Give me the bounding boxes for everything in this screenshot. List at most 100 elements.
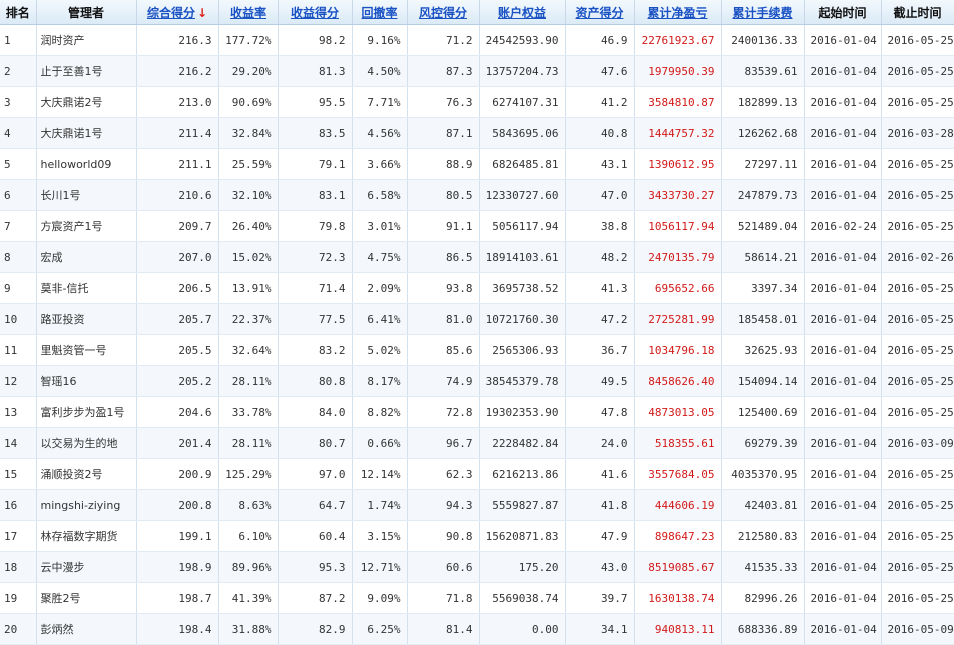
cell-asset-score: 38.8 [565, 210, 635, 242]
cell-equity: 2228482.84 [479, 427, 566, 459]
cell-start: 2016-01-04 [804, 520, 882, 552]
cell-equity: 175.20 [479, 551, 566, 583]
cell-rank: 11 [0, 334, 37, 366]
cell-cum-fee: 182899.13 [721, 86, 805, 118]
cell-manager: 智瑶16 [36, 365, 137, 397]
cell-cum-pnl: 1630138.74 [634, 582, 722, 614]
cell-manager: 里魁资管一号 [36, 334, 137, 366]
cell-manager: 云中漫步 [36, 551, 137, 583]
cell-cum-pnl: 1056117.94 [634, 210, 722, 242]
cell-cum-pnl: 940813.11 [634, 613, 722, 645]
cell-return-rate: 6.10% [218, 520, 279, 552]
cell-cum-pnl: 1979950.39 [634, 55, 722, 87]
cell-risk-score: 87.3 [407, 55, 480, 87]
cell-asset-score: 47.8 [565, 396, 635, 428]
cell-return-rate: 31.88% [218, 613, 279, 645]
cell-risk-score: 74.9 [407, 365, 480, 397]
cell-cum-fee: 58614.21 [721, 241, 805, 273]
cell-start: 2016-01-04 [804, 148, 882, 180]
cell-return-score: 83.5 [278, 117, 353, 149]
cell-risk-score: 96.7 [407, 427, 480, 459]
header-drawdown[interactable]: 回撤率 [352, 0, 408, 25]
cell-cum-fee: 69279.39 [721, 427, 805, 459]
cell-drawdown: 4.75% [352, 241, 408, 273]
cell-cum-fee: 125400.69 [721, 396, 805, 428]
cell-start: 2016-01-04 [804, 551, 882, 583]
cell-cum-fee: 83539.61 [721, 55, 805, 87]
cell-cum-fee: 32625.93 [721, 334, 805, 366]
cell-end: 2016-05-25 [881, 210, 954, 242]
cell-return-rate: 177.72% [218, 24, 279, 56]
cell-risk-score: 80.5 [407, 179, 480, 211]
cell-return-rate: 33.78% [218, 396, 279, 428]
cell-equity: 15620871.83 [479, 520, 566, 552]
header-cum-fee[interactable]: 累计手续费 [721, 0, 805, 25]
cell-cum-pnl: 444606.19 [634, 489, 722, 521]
cell-manager: 止于至善1号 [36, 55, 137, 87]
cell-manager: 彭炳然 [36, 613, 137, 645]
cell-risk-score: 81.4 [407, 613, 480, 645]
cell-asset-score: 41.3 [565, 272, 635, 304]
cell-end: 2016-05-25 [881, 24, 954, 56]
cell-cum-fee: 154094.14 [721, 365, 805, 397]
cell-rank: 16 [0, 489, 37, 521]
cell-drawdown: 4.56% [352, 117, 408, 149]
cell-rank: 5 [0, 148, 37, 180]
table-row: 3 大庆鼎诺2号 213.0 90.69% 95.5 7.71% 76.3 6274107.3… [0, 86, 954, 118]
cell-asset-score: 43.1 [565, 148, 635, 180]
cell-end: 2016-05-25 [881, 272, 954, 304]
cell-cum-pnl: 1444757.32 [634, 117, 722, 149]
cell-cum-fee: 4035370.95 [721, 458, 805, 490]
cell-end: 2016-05-25 [881, 179, 954, 211]
cell-equity: 24542593.90 [479, 24, 566, 56]
cell-end: 2016-03-28 [881, 117, 954, 149]
cell-cum-fee: 3397.34 [721, 272, 805, 304]
cell-drawdown: 2.09% [352, 272, 408, 304]
cell-drawdown: 7.71% [352, 86, 408, 118]
cell-equity: 5569038.74 [479, 582, 566, 614]
header-asset-score[interactable]: 资产得分 [565, 0, 635, 25]
cell-manager: 路亚投资 [36, 303, 137, 335]
cell-asset-score: 39.7 [565, 582, 635, 614]
cell-manager: 润时资产 [36, 24, 137, 56]
cell-drawdown: 3.15% [352, 520, 408, 552]
cell-asset-score: 47.9 [565, 520, 635, 552]
cell-equity: 10721760.30 [479, 303, 566, 335]
cell-start: 2016-01-04 [804, 303, 882, 335]
cell-return-score: 84.0 [278, 396, 353, 428]
header-return-rate[interactable]: 收益率 [218, 0, 279, 25]
cell-return-rate: 90.69% [218, 86, 279, 118]
cell-start: 2016-01-04 [804, 427, 882, 459]
cell-cum-pnl: 1390612.95 [634, 148, 722, 180]
table-row: 9 莫非-信托 206.5 13.91% 71.4 2.09% 93.8 3695738.52… [0, 272, 954, 304]
cell-asset-score: 41.6 [565, 458, 635, 490]
cell-risk-score: 94.3 [407, 489, 480, 521]
cell-end: 2016-05-25 [881, 303, 954, 335]
cell-risk-score: 81.0 [407, 303, 480, 335]
cell-equity: 5056117.94 [479, 210, 566, 242]
cell-start: 2016-01-04 [804, 86, 882, 118]
cell-composite: 201.4 [136, 427, 219, 459]
cell-composite: 213.0 [136, 86, 219, 118]
cell-rank: 18 [0, 551, 37, 583]
cell-rank: 17 [0, 520, 37, 552]
cell-drawdown: 12.14% [352, 458, 408, 490]
header-risk-score[interactable]: 风控得分 [407, 0, 480, 25]
cell-start: 2016-01-04 [804, 55, 882, 87]
cell-asset-score: 48.2 [565, 241, 635, 273]
header-rank: 排名 [0, 0, 37, 25]
cell-drawdown: 6.25% [352, 613, 408, 645]
cell-risk-score: 71.2 [407, 24, 480, 56]
cell-rank: 15 [0, 458, 37, 490]
cell-return-rate: 32.10% [218, 179, 279, 211]
header-cum-pnl[interactable]: 累计净盈亏 [634, 0, 722, 25]
cell-equity: 13757204.73 [479, 55, 566, 87]
cell-rank: 10 [0, 303, 37, 335]
cell-return-score: 79.1 [278, 148, 353, 180]
header-composite-score[interactable]: 综合得分 ↓ [136, 0, 219, 25]
cell-manager: helloworld09 [36, 148, 137, 180]
table-row: 8 宏成 207.0 15.02% 72.3 4.75% 86.5 18914103.61 48… [0, 241, 954, 273]
cell-drawdown: 6.58% [352, 179, 408, 211]
header-return-score[interactable]: 收益得分 [278, 0, 353, 25]
header-equity[interactable]: 账户权益 [479, 0, 566, 25]
